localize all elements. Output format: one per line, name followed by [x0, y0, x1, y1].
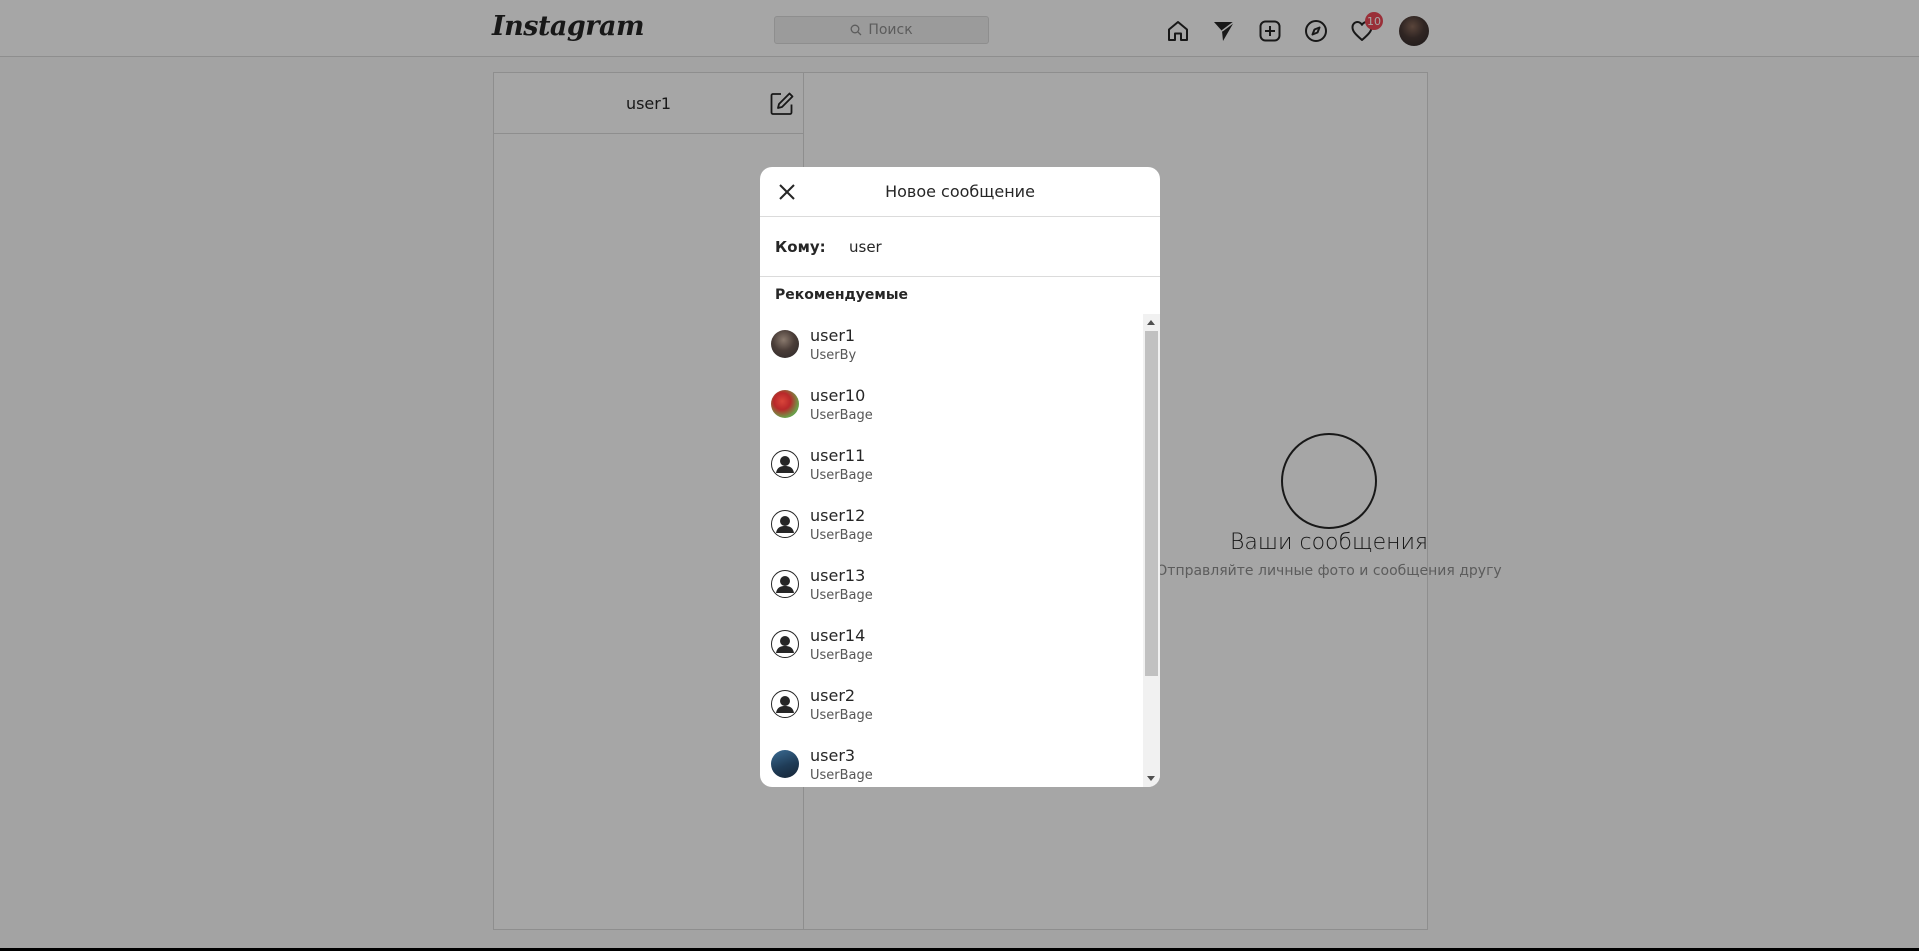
user-full-name: UserBy — [810, 348, 857, 363]
scroll-up-arrow[interactable] — [1147, 320, 1155, 325]
user-name: user1 — [810, 326, 856, 345]
suggested-user-item[interactable]: user1 UserBy — [760, 314, 1142, 374]
user-avatar — [771, 510, 799, 538]
suggested-list: user1 UserBy user10 UserBage user11 UserBage u… — [760, 314, 1142, 787]
recipient-row: Кому: — [760, 217, 1160, 277]
scroll-down-arrow[interactable] — [1147, 776, 1155, 781]
suggested-user-item[interactable]: user11 UserBage — [760, 434, 1142, 494]
suggested-user-item[interactable]: user14 UserBage — [760, 614, 1142, 674]
dialog-title: Новое сообщение — [885, 182, 1035, 201]
recipient-label: Кому: — [775, 237, 826, 256]
user-avatar — [771, 450, 799, 478]
user-full-name: UserBage — [810, 768, 873, 783]
suggested-user-item[interactable]: user3 UserBage — [760, 734, 1142, 787]
suggested-user-item[interactable]: user12 UserBage — [760, 494, 1142, 554]
user-name: user13 — [810, 566, 866, 585]
suggested-list-container: user1 UserBy user10 UserBage user11 UserBage u… — [760, 314, 1160, 787]
user-full-name: UserBage — [810, 588, 873, 603]
dialog-header: Новое сообщение — [760, 167, 1160, 217]
user-full-name: UserBage — [810, 528, 873, 543]
user-name: user3 — [810, 746, 856, 765]
suggested-user-item[interactable]: user13 UserBage — [760, 554, 1142, 614]
close-icon[interactable] — [774, 179, 800, 205]
scrollbar-thumb[interactable] — [1145, 331, 1158, 676]
user-name: user10 — [810, 386, 866, 405]
suggested-title: Рекомендуемые — [775, 287, 909, 303]
new-message-dialog: Новое сообщение Кому: Рекомендуемые user… — [760, 167, 1160, 787]
user-avatar — [771, 330, 799, 358]
user-avatar — [771, 570, 799, 598]
user-name: user11 — [810, 446, 866, 465]
suggested-user-item[interactable]: user10 UserBage — [760, 374, 1142, 434]
user-full-name: UserBage — [810, 648, 873, 663]
user-name: user2 — [810, 686, 856, 705]
user-name: user12 — [810, 506, 866, 525]
user-avatar — [771, 750, 799, 778]
user-full-name: UserBage — [810, 708, 873, 723]
user-name: user14 — [810, 626, 866, 645]
user-full-name: UserBage — [810, 468, 873, 483]
user-avatar — [771, 630, 799, 658]
recipient-search-input[interactable] — [849, 237, 1109, 256]
user-full-name: UserBage — [810, 408, 873, 423]
suggested-user-item[interactable]: user2 UserBage — [760, 674, 1142, 734]
scrollbar[interactable] — [1143, 314, 1160, 787]
user-avatar — [771, 690, 799, 718]
user-avatar — [771, 390, 799, 418]
